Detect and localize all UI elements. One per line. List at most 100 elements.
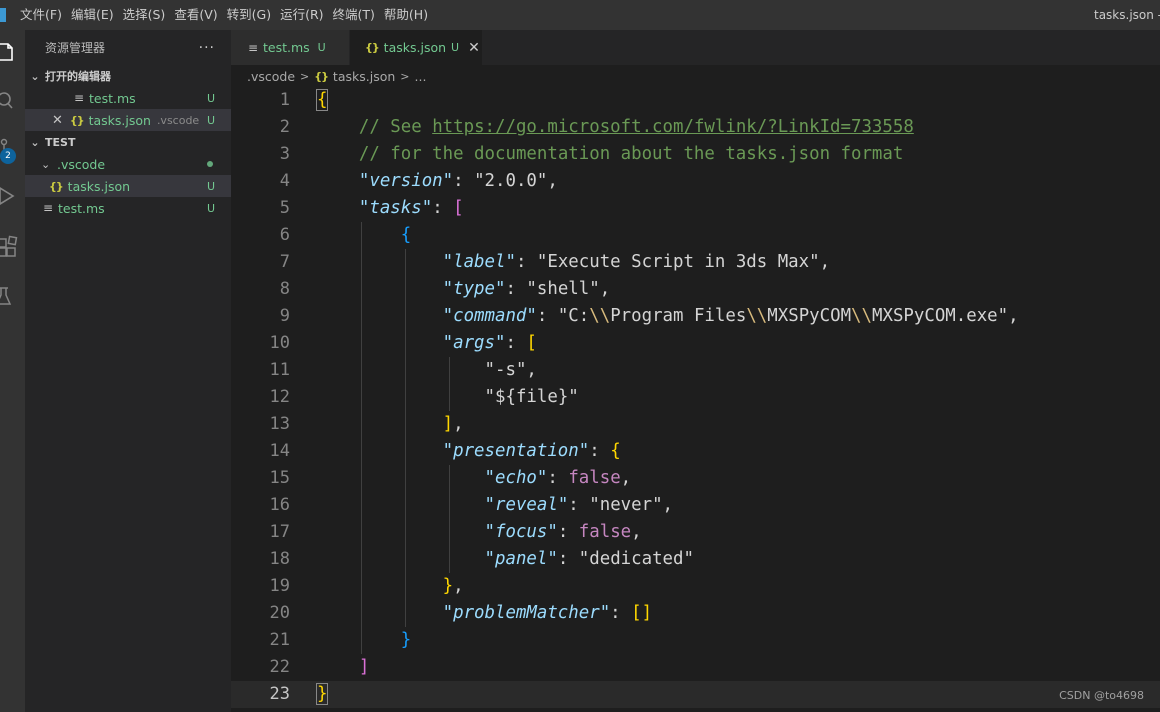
git-status-badge: U <box>206 113 215 127</box>
code-line-16: 16 "reveal": "never", <box>231 492 1160 519</box>
tab-test-ms[interactable]: ≡ test.ms U <box>231 30 349 65</box>
run-debug-icon[interactable] <box>0 184 18 208</box>
json-key: "args" <box>442 333 506 353</box>
json-key: "panel" <box>484 549 558 569</box>
code-text: // See https://go.microsoft.com/fwlink/?… <box>317 114 914 141</box>
tab-label: test.ms <box>263 40 310 55</box>
menu-view[interactable]: 查看(V) <box>172 0 224 30</box>
open-editors-section[interactable]: ⌄ 打开的编辑器 <box>25 65 231 87</box>
activity-bar: 2 <box>0 30 25 712</box>
bracket-box: { <box>315 89 329 111</box>
code-line-21: 21 } <box>231 627 1160 654</box>
close-icon[interactable]: ✕ <box>52 113 63 128</box>
git-status-badge: U <box>317 41 326 54</box>
search-icon[interactable] <box>0 88 18 112</box>
code-text: "echo": false, <box>317 465 632 492</box>
line-number: 13 <box>269 414 290 434</box>
breadcrumb-folder[interactable]: .vscode <box>247 69 295 84</box>
code-editor[interactable]: 1 { 2 // See https://go.microsoft.com/fw… <box>231 87 1160 712</box>
comment-link[interactable]: https://go.microsoft.com/fwlink/?LinkId=… <box>432 117 914 137</box>
comma-token: , <box>1008 306 1019 326</box>
colon-token: : <box>432 198 454 218</box>
close-tab-icon[interactable]: ✕ <box>468 40 480 56</box>
json-file-icon: {} <box>365 41 380 54</box>
code-text: ], <box>317 411 464 438</box>
file-lines-icon: ≡ <box>43 201 54 215</box>
colon-token: : <box>557 549 579 569</box>
code-text: "panel": "dedicated" <box>317 546 694 573</box>
colon-token: : <box>505 279 527 299</box>
line-number: 19 <box>269 576 290 596</box>
breadcrumb-file[interactable]: tasks.json <box>333 69 395 84</box>
bracket-token: ] <box>358 657 370 677</box>
comma-token: , <box>620 468 632 488</box>
title-bar: 文件(F) 编辑(E) 选择(S) 查看(V) 转到(G) 运行(R) 终端(T… <box>0 0 1160 30</box>
code-line-9: 9 "command": "C:\\Program Files\\MXSPyCO… <box>231 303 1160 330</box>
open-editor-test-ms[interactable]: ≡ test.ms U <box>25 87 231 109</box>
colon-token: : <box>505 333 527 353</box>
colon-token: : <box>515 252 537 272</box>
line-number: 23 <box>269 684 290 704</box>
more-actions-icon[interactable]: ··· <box>199 40 215 56</box>
code-text: "type": "shell", <box>317 276 611 303</box>
tree-file-test-ms[interactable]: ≡ test.ms U <box>25 197 231 219</box>
open-editor-tasks-json[interactable]: ✕ {} tasks.json .vscode U <box>25 109 231 131</box>
open-editor-name: test.ms <box>89 90 136 106</box>
code-line-4: 4 "version": "2.0.0", <box>231 168 1160 195</box>
bracket-token: { <box>610 441 621 461</box>
json-string: "shell" <box>526 279 600 299</box>
json-key: "tasks" <box>358 198 433 218</box>
line-number: 9 <box>279 306 290 326</box>
code-text: "reveal": "never", <box>317 492 674 519</box>
menu-selection[interactable]: 选择(S) <box>121 0 173 30</box>
json-key: "version" <box>358 171 454 191</box>
json-boolean: false <box>578 522 632 542</box>
menu-terminal[interactable]: 终端(T) <box>331 0 382 30</box>
menu-go[interactable]: 转到(G) <box>225 0 278 30</box>
testing-icon[interactable] <box>0 284 18 308</box>
code-text: "${file}" <box>317 384 579 411</box>
open-editor-name: tasks.json <box>88 112 151 128</box>
git-status-badge: U <box>206 91 215 105</box>
code-line-14: 14 "presentation": { <box>231 438 1160 465</box>
tab-tasks-json[interactable]: {} tasks.json U ✕ <box>350 30 482 65</box>
modified-dot-icon <box>207 161 213 167</box>
tree-file-name: test.ms <box>58 200 105 216</box>
tree-file-tasks-json[interactable]: {} tasks.json U <box>25 175 231 197</box>
menu-run[interactable]: 运行(R) <box>278 0 330 30</box>
json-boolean: false <box>568 468 621 488</box>
files-icon[interactable] <box>0 40 18 64</box>
code-text: // for the documentation about the tasks… <box>317 141 903 168</box>
colon-token: : <box>610 603 632 623</box>
line-number: 10 <box>269 333 290 353</box>
code-text: }, <box>317 573 464 600</box>
line-number: 18 <box>269 549 290 569</box>
code-text: "tasks": [ <box>317 195 464 222</box>
chevron-right-icon: > <box>400 69 410 83</box>
menu-edit[interactable]: 编辑(E) <box>69 0 121 30</box>
code-line-1: 1 { <box>231 87 1160 114</box>
vscode-logo-icon <box>0 8 6 22</box>
folder-section[interactable]: ⌄ TEST <box>25 131 231 153</box>
menu-file[interactable]: 文件(F) <box>18 0 69 30</box>
code-text: } <box>315 681 329 708</box>
comma-token: , <box>526 360 537 380</box>
file-lines-icon: ≡ <box>74 91 85 105</box>
explorer-sidebar: 资源管理器 ··· ⌄ 打开的编辑器 ≡ test.ms U ✕ {} task… <box>25 30 231 712</box>
json-string: "2.0.0" <box>474 171 548 191</box>
code-line-2: 2 // See https://go.microsoft.com/fwlink… <box>231 114 1160 141</box>
comma-token: , <box>453 414 464 434</box>
line-number: 20 <box>269 603 290 623</box>
menu-help[interactable]: 帮助(H) <box>382 0 435 30</box>
git-status-badge: U <box>206 201 215 215</box>
code-line-22: 22 ] <box>231 654 1160 681</box>
tree-folder-vscode[interactable]: ⌄ .vscode <box>25 153 231 175</box>
bracket-token: } <box>400 630 412 650</box>
code-line-7: 7 "label": "Execute Script in 3ds Max", <box>231 249 1160 276</box>
extensions-icon[interactable] <box>0 234 18 258</box>
line-number: 5 <box>279 198 290 218</box>
line-number: 8 <box>279 279 290 299</box>
breadcrumb-symbol[interactable]: ... <box>415 69 427 84</box>
git-status-badge: U <box>451 41 460 54</box>
tab-label: tasks.json <box>383 40 447 55</box>
